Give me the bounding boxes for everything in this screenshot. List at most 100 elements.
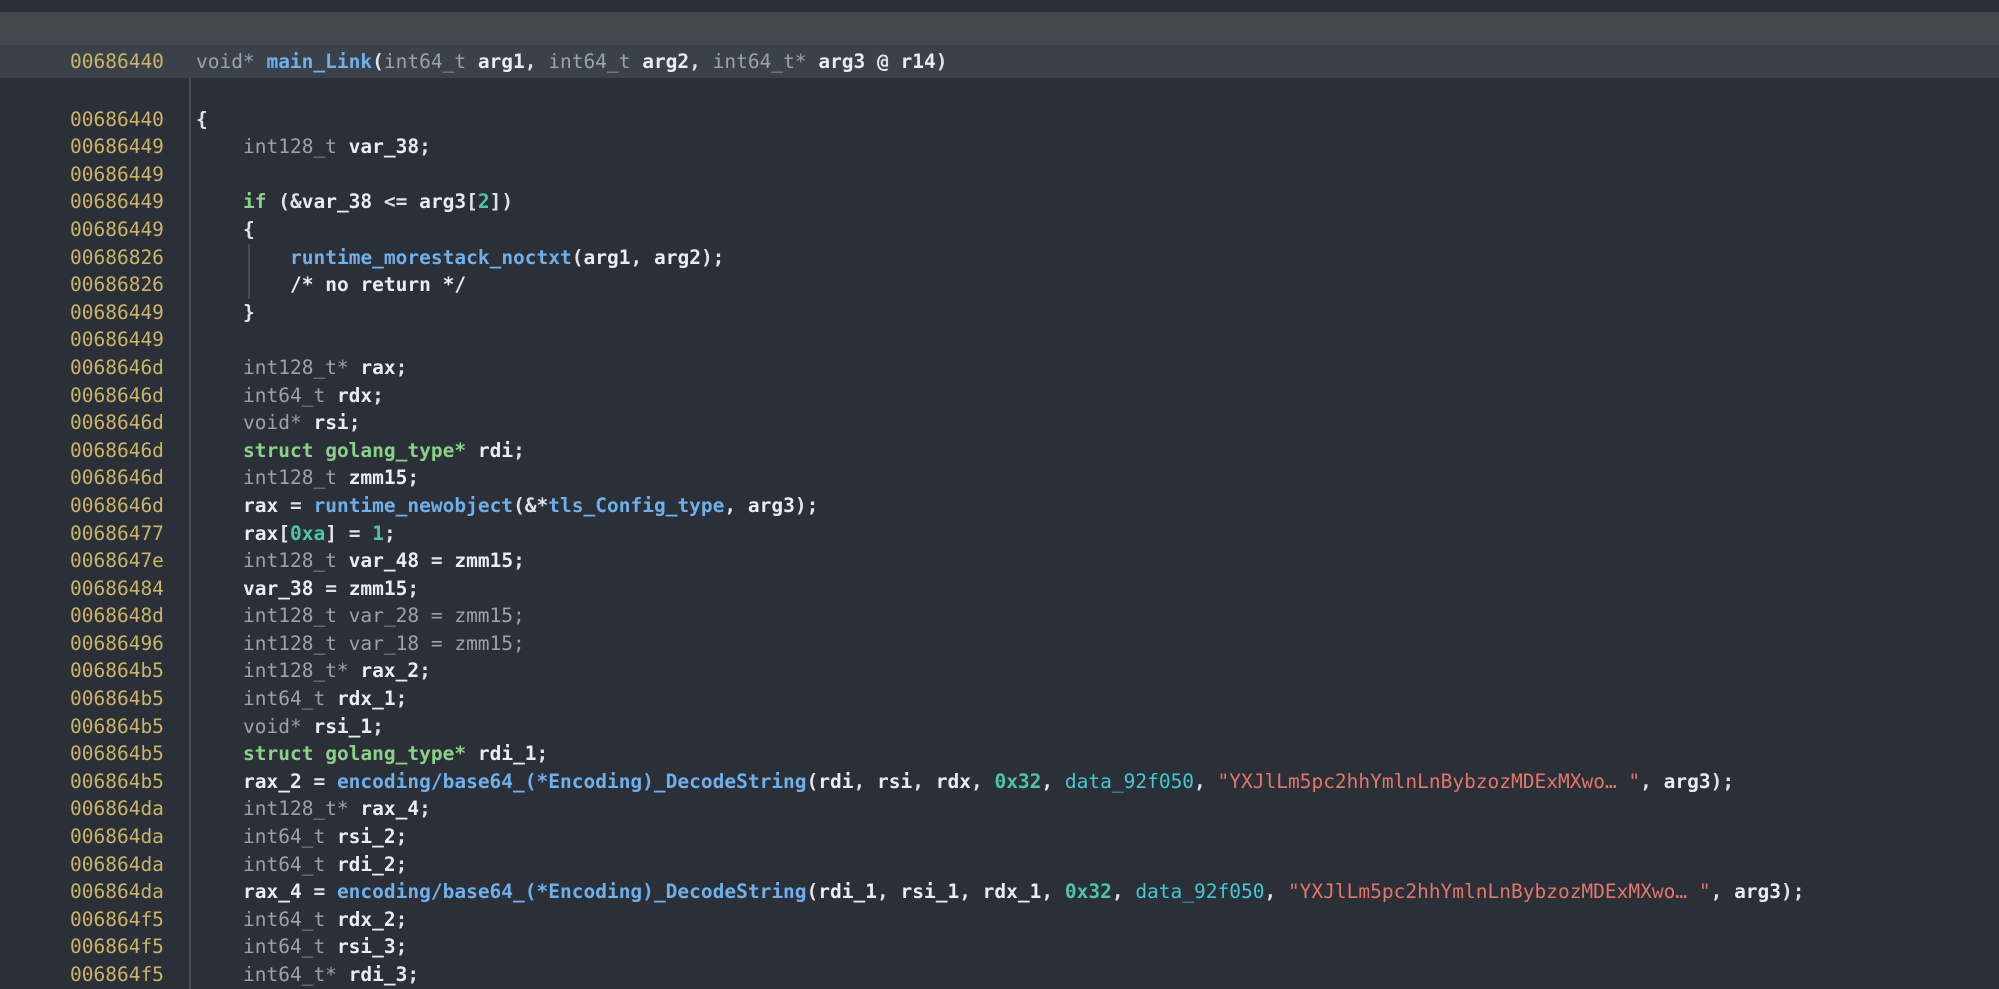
token-punct: , [724,494,747,517]
code-line[interactable]: 0068647eint128_t var_48 = zmm15; [0,547,1999,575]
line-address[interactable]: 00686484 [70,575,189,603]
line-address[interactable]: 006864da [70,878,189,906]
code-line[interactable]: 006864daint64_t rdi_2; [0,851,1999,879]
token-var: r14 [901,50,936,73]
line-address[interactable]: 00686826 [70,271,189,299]
line-code: int128_t zmm15; [243,464,419,492]
token-punct: = [419,549,454,572]
code-line[interactable]: 0068646dint64_t rdx; [0,382,1999,410]
line-address[interactable] [70,78,189,106]
token-punct: , [1640,770,1663,793]
token-kw: if [243,190,266,213]
token-punct: , [1041,770,1064,793]
line-address[interactable]: 00686496 [70,630,189,658]
line-code: { [243,216,255,244]
file-comment-row[interactable]: // File: /root/Desktop/chaos/connect.go [0,12,1999,45]
line-address[interactable]: 0068647e [70,547,189,575]
code-line[interactable]: 006864daint64_t rsi_2; [0,823,1999,851]
code-line[interactable]: 00686449if (&var_38 <= arg3[2]) [0,188,1999,216]
token-type: int64_t [243,825,325,848]
code-listing: 00686440{00686449int128_t var_38;0068644… [0,78,1999,989]
line-address[interactable]: 0068646d [70,437,189,465]
code-line[interactable] [0,78,1999,106]
token-punct: ; [407,577,419,600]
token-punct: ; [419,797,431,820]
line-address[interactable]: 006864f5 [70,906,189,934]
token-punct: ); [1781,880,1804,903]
function-signature-row[interactable]: 00686440 void* main_Link(int64_t arg1, i… [0,45,1999,78]
line-address[interactable]: 0068646d [70,464,189,492]
code-line[interactable]: 00686826/* no return */ [0,271,1999,299]
line-address[interactable]: 00686826 [70,244,189,272]
code-line[interactable]: 00686440{ [0,106,1999,134]
token-num: 0x32 [994,770,1041,793]
token-var: rdx_2 [337,908,396,931]
line-address[interactable]: 00686449 [70,326,189,354]
code-line[interactable]: 006864b5int64_t rdx_1; [0,685,1999,713]
line-address[interactable]: 006864b5 [70,657,189,685]
code-line[interactable]: 0068646dstruct golang_type* rdi; [0,437,1999,465]
code-line[interactable]: 006864b5struct golang_type* rdi_1; [0,740,1999,768]
token-var: rsi [313,411,348,434]
code-line[interactable]: 00686449 [0,161,1999,189]
function-address[interactable]: 00686440 [70,45,189,78]
line-address[interactable]: 00686449 [70,216,189,244]
token-punct: ; [372,715,384,738]
line-address[interactable]: 006864da [70,851,189,879]
code-line[interactable]: 006864f5int64_t rdx_2; [0,906,1999,934]
line-address[interactable]: 00686449 [70,188,189,216]
line-address[interactable]: 006864f5 [70,933,189,961]
line-code: rax[0xa] = 1; [243,520,396,548]
token-var: arg1 [584,246,631,269]
line-address[interactable]: 006864b5 [70,713,189,741]
line-address[interactable]: 00686477 [70,520,189,548]
code-line[interactable]: 00686477 rax[0xa] = 1; [0,520,1999,548]
line-address[interactable]: 0068648d [70,602,189,630]
token-punct: ; [537,742,549,765]
line-address[interactable]: 00686449 [70,161,189,189]
token-var: zmm15 [349,577,408,600]
code-line[interactable]: 006864b5void* rsi_1; [0,713,1999,741]
token-var: arg3 [419,190,466,213]
token-punct: @ [865,50,900,73]
code-line[interactable]: 0068646drax = runtime_newobject(&*tls_Co… [0,492,1999,520]
code-line[interactable]: 006864b5rax_2 = encoding/base64_(*Encodi… [0,768,1999,796]
line-address[interactable]: 0068646d [70,492,189,520]
code-line[interactable]: 0068646dvoid* rsi; [0,409,1999,437]
line-address[interactable]: 0068646d [70,354,189,382]
token-type: int128_t [243,549,337,572]
line-address[interactable]: 006864da [70,795,189,823]
code-line[interactable]: 0068648dint128_t var_28 = zmm15; [0,602,1999,630]
code-line[interactable]: 00686826runtime_morestack_noctxt(arg1, a… [0,244,1999,272]
code-line[interactable]: 006864daint128_t* rax_4; [0,795,1999,823]
code-line[interactable]: 00686484var_38 = zmm15; [0,575,1999,603]
line-address[interactable]: 006864b5 [70,740,189,768]
line-address[interactable]: 0068646d [70,382,189,410]
code-line[interactable]: 006864darax_4 = encoding/base64_(*Encodi… [0,878,1999,906]
line-address[interactable]: 00686449 [70,133,189,161]
code-line[interactable]: 006864f5int64_t rsi_3; [0,933,1999,961]
line-address[interactable]: 00686449 [70,299,189,327]
token-sp [337,549,349,572]
line-address[interactable]: 006864b5 [70,685,189,713]
line-address[interactable]: 0068646d [70,409,189,437]
code-line[interactable]: 0068646d int128_t zmm15; [0,464,1999,492]
token-num: 0x32 [1065,880,1112,903]
code-line[interactable]: 00686449 [0,326,1999,354]
code-line[interactable]: 00686449 { [0,216,1999,244]
code-line[interactable]: 006864b5int128_t* rax_2; [0,657,1999,685]
code-line[interactable]: 0068646dint128_t* rax; [0,354,1999,382]
token-punct: <= [372,190,419,213]
code-line[interactable]: 00686449int128_t var_38; [0,133,1999,161]
code-line[interactable]: 00686449} [0,299,1999,327]
code-line[interactable]: 006864f5int64_t* rdi_3; [0,961,1999,989]
token-type: int128_t* [243,797,349,820]
line-address[interactable]: 006864b5 [70,768,189,796]
token-var: arg2 [642,50,689,73]
token-dim: var_28 = zmm15; [349,604,525,627]
line-address[interactable]: 006864f5 [70,961,189,989]
line-code: int128_t var_18 = zmm15; [243,630,525,658]
line-address[interactable]: 00686440 [70,106,189,134]
code-line[interactable]: 00686496 int128_t var_18 = zmm15; [0,630,1999,658]
line-address[interactable]: 006864da [70,823,189,851]
